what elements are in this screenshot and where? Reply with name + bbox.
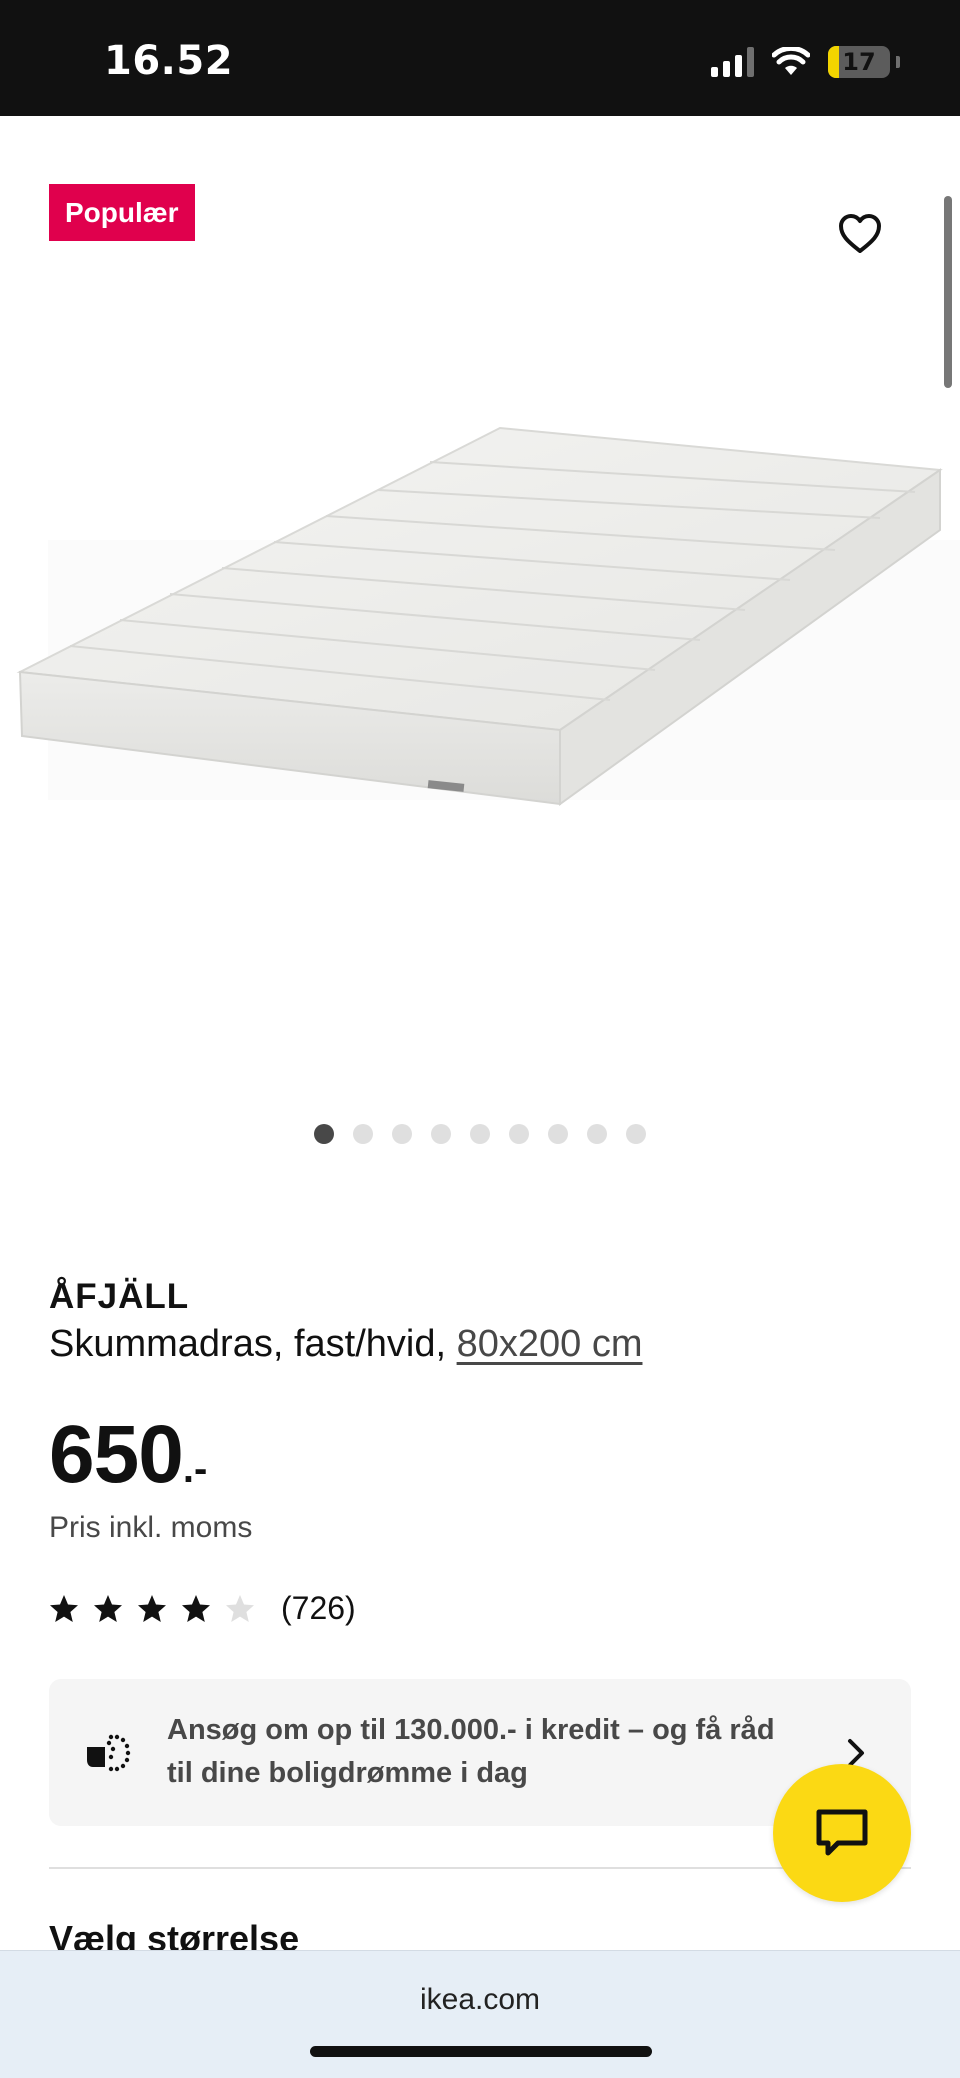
mattress-image[interactable] (0, 400, 960, 960)
favorite-button[interactable] (830, 204, 890, 264)
status-time: 16.52 (104, 38, 234, 84)
credit-banner-text: Ansøg om op til 130.000.- i kredit – og … (167, 1714, 775, 1789)
gallery-dot[interactable] (548, 1124, 568, 1144)
product-description: Skummadras, fast/hvid, 80x200 cm (49, 1323, 642, 1366)
review-count: (726) (281, 1590, 356, 1626)
gallery-dot[interactable] (353, 1124, 373, 1144)
heart-icon (839, 214, 881, 253)
gallery-dot[interactable] (314, 1124, 334, 1144)
gallery-dot[interactable] (509, 1124, 529, 1144)
credit-wallet-icon (87, 1734, 131, 1772)
product-description-text: Skummadras, fast/hvid, (49, 1323, 457, 1365)
gallery-pagination (0, 1124, 960, 1144)
price-suffix: .- (182, 1447, 208, 1491)
gallery-dot[interactable] (587, 1124, 607, 1144)
battery-level: 17 (842, 48, 876, 76)
scrollbar[interactable] (944, 196, 952, 388)
popular-badge: Populær (49, 184, 195, 241)
product-price: 650.- (49, 1408, 207, 1502)
gallery-dot[interactable] (392, 1124, 412, 1144)
price-note: Pris inkl. moms (49, 1511, 253, 1544)
browser-address-bar[interactable]: ikea.com (0, 1950, 960, 2078)
star-empty-icon (226, 1594, 254, 1622)
star-filled-icon (138, 1594, 166, 1622)
battery-tip (896, 56, 900, 68)
star-filled-icon (182, 1594, 210, 1622)
chat-button[interactable] (773, 1764, 911, 1902)
star-filled-icon (50, 1594, 78, 1622)
gallery-dot[interactable] (470, 1124, 490, 1144)
gallery-dot[interactable] (626, 1124, 646, 1144)
star-filled-icon (94, 1594, 122, 1622)
product-name: ÅFJÄLL (49, 1277, 190, 1316)
home-indicator[interactable] (310, 2046, 652, 2057)
rating-stars (49, 1594, 255, 1624)
price-value: 650 (49, 1409, 184, 1500)
url-text[interactable]: ikea.com (0, 1983, 960, 2017)
rating[interactable]: (726) (49, 1590, 356, 1627)
wifi-icon (772, 47, 810, 75)
chat-icon (816, 1809, 868, 1856)
status-bar: 16.52 17 (0, 0, 960, 116)
gallery-dot[interactable] (431, 1124, 451, 1144)
size-link[interactable]: 80x200 cm (457, 1323, 643, 1365)
cellular-signal-icon (711, 47, 754, 77)
battery-icon: 17 (828, 46, 890, 78)
status-icons: 17 (711, 44, 900, 80)
